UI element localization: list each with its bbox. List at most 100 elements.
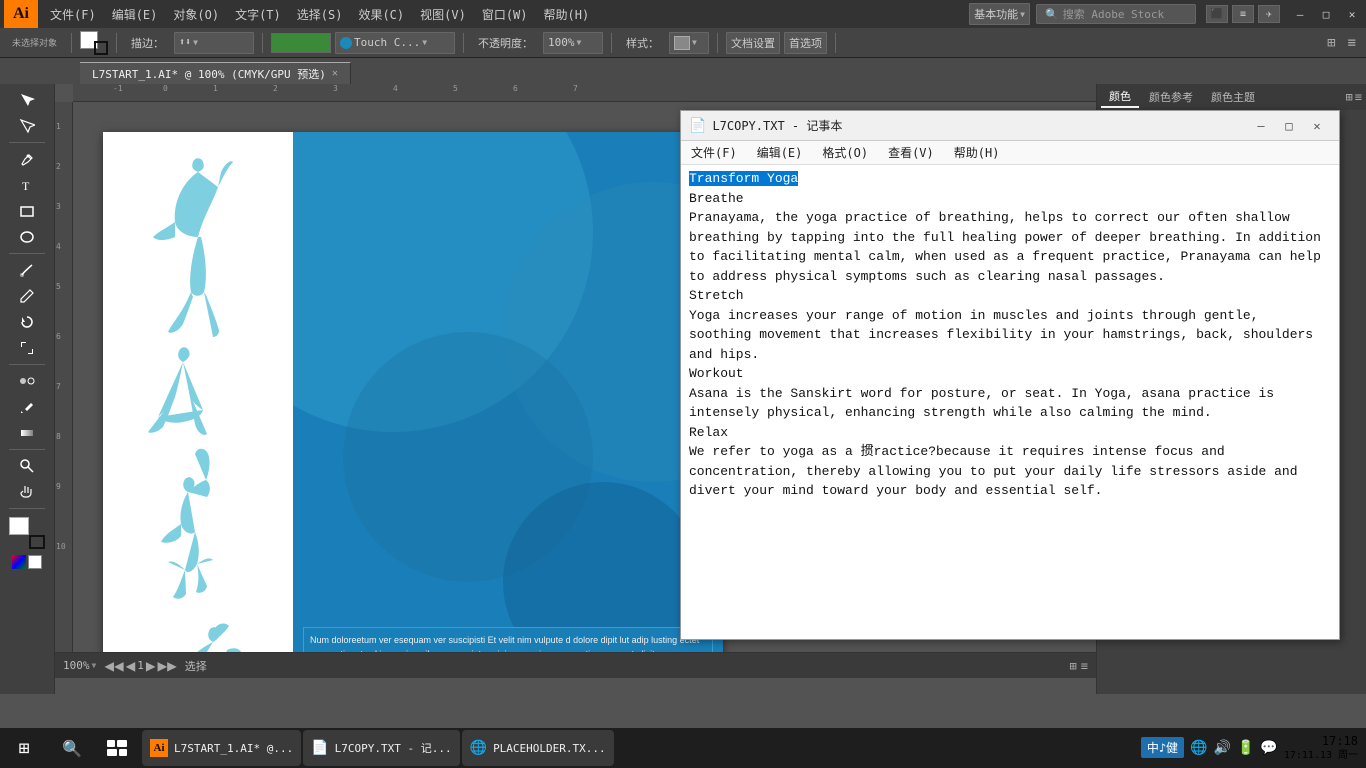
direct-selection-tool[interactable] bbox=[5, 114, 49, 138]
color-swatch bbox=[271, 33, 331, 53]
doc-settings-button[interactable]: 文档设置 bbox=[726, 32, 780, 54]
volume-icon[interactable]: 🔊 bbox=[1214, 740, 1231, 756]
ellipse-tool[interactable] bbox=[5, 225, 49, 249]
menu-effect[interactable]: 效果(C) bbox=[350, 0, 412, 28]
arrange-icon[interactable]: ⊞ bbox=[1323, 35, 1339, 51]
basic-function-dropdown[interactable]: 基本功能 ▼ bbox=[969, 3, 1030, 25]
eyedropper-tool[interactable] bbox=[5, 395, 49, 419]
panel-tab-color-ref[interactable]: 颜色参考 bbox=[1141, 86, 1201, 108]
notepad-menu-file[interactable]: 文件(F) bbox=[681, 141, 747, 165]
notepad-selected-text: Transform Yoga bbox=[689, 171, 798, 186]
stroke-dropdown[interactable]: ⬆⬇ ▼ bbox=[174, 32, 254, 54]
taskbar-system-tray: 中♪健 🌐 🔊 🔋 💬 17:18 17:11.13 周一 bbox=[1133, 733, 1366, 764]
taskbar-search-button[interactable]: 🔍 bbox=[48, 728, 96, 768]
tab-close-icon[interactable]: ✕ bbox=[332, 68, 338, 79]
ai-icon-btn-1[interactable]: ⬛ bbox=[1206, 5, 1228, 23]
rotate-tool[interactable] bbox=[5, 310, 49, 334]
notepad-close-button[interactable]: ✕ bbox=[1303, 114, 1331, 138]
taskbar-clock[interactable]: 17:18 17:11.13 周一 bbox=[1284, 733, 1358, 764]
taskbar-app-illustrator[interactable]: Ai L7START_1.AI* @... bbox=[142, 730, 301, 766]
opacity-dropdown-arrow: ▼ bbox=[577, 38, 582, 47]
page-nav[interactable]: ◀◀ ◀ 1 ▶ ▶▶ bbox=[104, 656, 176, 675]
preferences-button[interactable]: 首选项 bbox=[784, 32, 827, 54]
selection-tool[interactable] bbox=[5, 88, 49, 112]
touch-icon bbox=[340, 37, 352, 49]
svg-text:T: T bbox=[22, 179, 30, 193]
menu-select[interactable]: 选择(S) bbox=[289, 0, 351, 28]
ai-taskbar-icon: Ai bbox=[150, 739, 168, 757]
panel-expand-icon[interactable]: ⊞ bbox=[1346, 90, 1353, 104]
panel-tab-color[interactable]: 颜色 bbox=[1101, 86, 1139, 108]
gradient-tool[interactable] bbox=[5, 421, 49, 445]
ai-icon-btn-2[interactable]: ≡ bbox=[1232, 5, 1254, 23]
taskbar-app-notepad-l7copy[interactable]: 📄 L7COPY.TXT - 记... bbox=[303, 730, 459, 766]
artboard: Num doloreetum ver esequam ver suscipist… bbox=[103, 132, 723, 678]
style-dropdown[interactable]: ▼ bbox=[669, 32, 709, 54]
notepad-taskbar-icon-1: 📄 bbox=[311, 740, 328, 756]
menu-file[interactable]: 文件(F) bbox=[42, 0, 104, 28]
status-icon-1[interactable]: ⊞ bbox=[1070, 659, 1077, 673]
menu-edit[interactable]: 编辑(E) bbox=[104, 0, 166, 28]
taskbar-app-notepad-placeholder[interactable]: 🌐 PLACEHOLDER.TX... bbox=[462, 730, 614, 766]
text-tool[interactable]: T bbox=[5, 173, 49, 197]
ai-maximize-button[interactable]: □ bbox=[1316, 5, 1336, 23]
start-button[interactable]: ⊞ bbox=[0, 728, 48, 768]
panel-tab-color-theme[interactable]: 颜色主题 bbox=[1203, 86, 1263, 108]
ai-toolbar-menu-icon[interactable]: ≡ bbox=[1344, 35, 1360, 51]
notepad-taskbar-icon-2: 🌐 bbox=[470, 740, 487, 756]
artboard-right-section: Num doloreetum ver esequam ver suscipist… bbox=[293, 132, 723, 678]
menu-text[interactable]: 文字(T) bbox=[227, 0, 289, 28]
hand-tool[interactable] bbox=[5, 480, 49, 504]
network-icon[interactable]: 🌐 bbox=[1190, 740, 1207, 756]
ai-search-box[interactable]: 🔍 搜索 Adobe Stock bbox=[1036, 4, 1196, 24]
menu-object[interactable]: 对象(O) bbox=[165, 0, 227, 28]
panel-menu-icon[interactable]: ≡ bbox=[1355, 90, 1362, 104]
status-mode: 选择 bbox=[185, 658, 207, 674]
fill-stroke-selector[interactable] bbox=[9, 517, 45, 549]
paintbrush-tool[interactable] bbox=[5, 258, 49, 282]
menu-help[interactable]: 帮助(H) bbox=[536, 0, 598, 28]
ime-indicator[interactable]: 中♪健 bbox=[1141, 737, 1184, 758]
zoom-tool[interactable] bbox=[5, 454, 49, 478]
none-mode-btn[interactable] bbox=[28, 555, 42, 569]
active-document-tab[interactable]: L7START_1.AI* @ 100% (CMYK/GPU 预选) ✕ bbox=[80, 62, 351, 84]
battery-icon[interactable]: 🔋 bbox=[1237, 740, 1254, 756]
notepad-menubar: 文件(F) 编辑(E) 格式(O) 查看(V) 帮助(H) bbox=[681, 141, 1339, 165]
ai-icon-btn-3[interactable]: ✈ bbox=[1258, 5, 1280, 23]
menu-view[interactable]: 视图(V) bbox=[412, 0, 474, 28]
rectangle-tool[interactable] bbox=[5, 199, 49, 223]
page-prev-icon[interactable]: ◀◀ bbox=[104, 656, 123, 675]
ai-status-bar: 100% ▼ ◀◀ ◀ 1 ▶ ▶▶ 选择 ⊞ ≡ bbox=[55, 652, 1096, 678]
search-icon: 🔍 bbox=[1045, 8, 1059, 21]
notepad-menu-format[interactable]: 格式(O) bbox=[812, 141, 878, 165]
page-prev-step-icon[interactable]: ◀ bbox=[126, 656, 136, 675]
color-mode-btn[interactable] bbox=[12, 555, 26, 569]
notepad-minimize-button[interactable]: — bbox=[1247, 114, 1275, 138]
style-dropdown-arrow: ▼ bbox=[692, 38, 697, 47]
notepad-window: 📄 L7COPY.TXT - 记事本 — □ ✕ 文件(F) 编辑(E) 格式(… bbox=[680, 110, 1340, 640]
zoom-control[interactable]: 100% ▼ bbox=[63, 659, 96, 672]
opacity-dropdown[interactable]: 100% ▼ bbox=[543, 32, 603, 54]
pen-tool[interactable] bbox=[5, 147, 49, 171]
touch-dropdown[interactable]: Touch C... ▼ bbox=[335, 32, 455, 54]
fill-stroke-indicator[interactable] bbox=[80, 31, 108, 55]
menu-window[interactable]: 窗口(W) bbox=[474, 0, 536, 28]
blend-tool[interactable] bbox=[5, 369, 49, 393]
notepad-content[interactable]: Transform Yoga Breathe Pranayama, the yo… bbox=[681, 165, 1339, 639]
status-icon-2[interactable]: ≡ bbox=[1081, 659, 1088, 673]
notepad-menu-help[interactable]: 帮助(H) bbox=[944, 141, 1010, 165]
notepad-menu-view[interactable]: 查看(V) bbox=[878, 141, 944, 165]
notepad-titlebar: 📄 L7COPY.TXT - 记事本 — □ ✕ bbox=[681, 111, 1339, 141]
scale-tool[interactable] bbox=[5, 336, 49, 360]
pencil-tool[interactable] bbox=[5, 284, 49, 308]
task-view-button[interactable] bbox=[96, 728, 138, 768]
ai-close-button[interactable]: ✕ bbox=[1342, 5, 1362, 23]
page-next-step-icon[interactable]: ▶ bbox=[146, 656, 156, 675]
page-next-icon[interactable]: ▶▶ bbox=[158, 656, 177, 675]
opacity-label: 不透明度： bbox=[472, 31, 539, 55]
notepad-menu-edit[interactable]: 编辑(E) bbox=[747, 141, 813, 165]
notification-icon[interactable]: 💬 bbox=[1260, 740, 1277, 756]
notepad-maximize-button[interactable]: □ bbox=[1275, 114, 1303, 138]
artboard-left-section bbox=[103, 132, 293, 678]
ai-minimize-button[interactable]: — bbox=[1290, 5, 1310, 23]
